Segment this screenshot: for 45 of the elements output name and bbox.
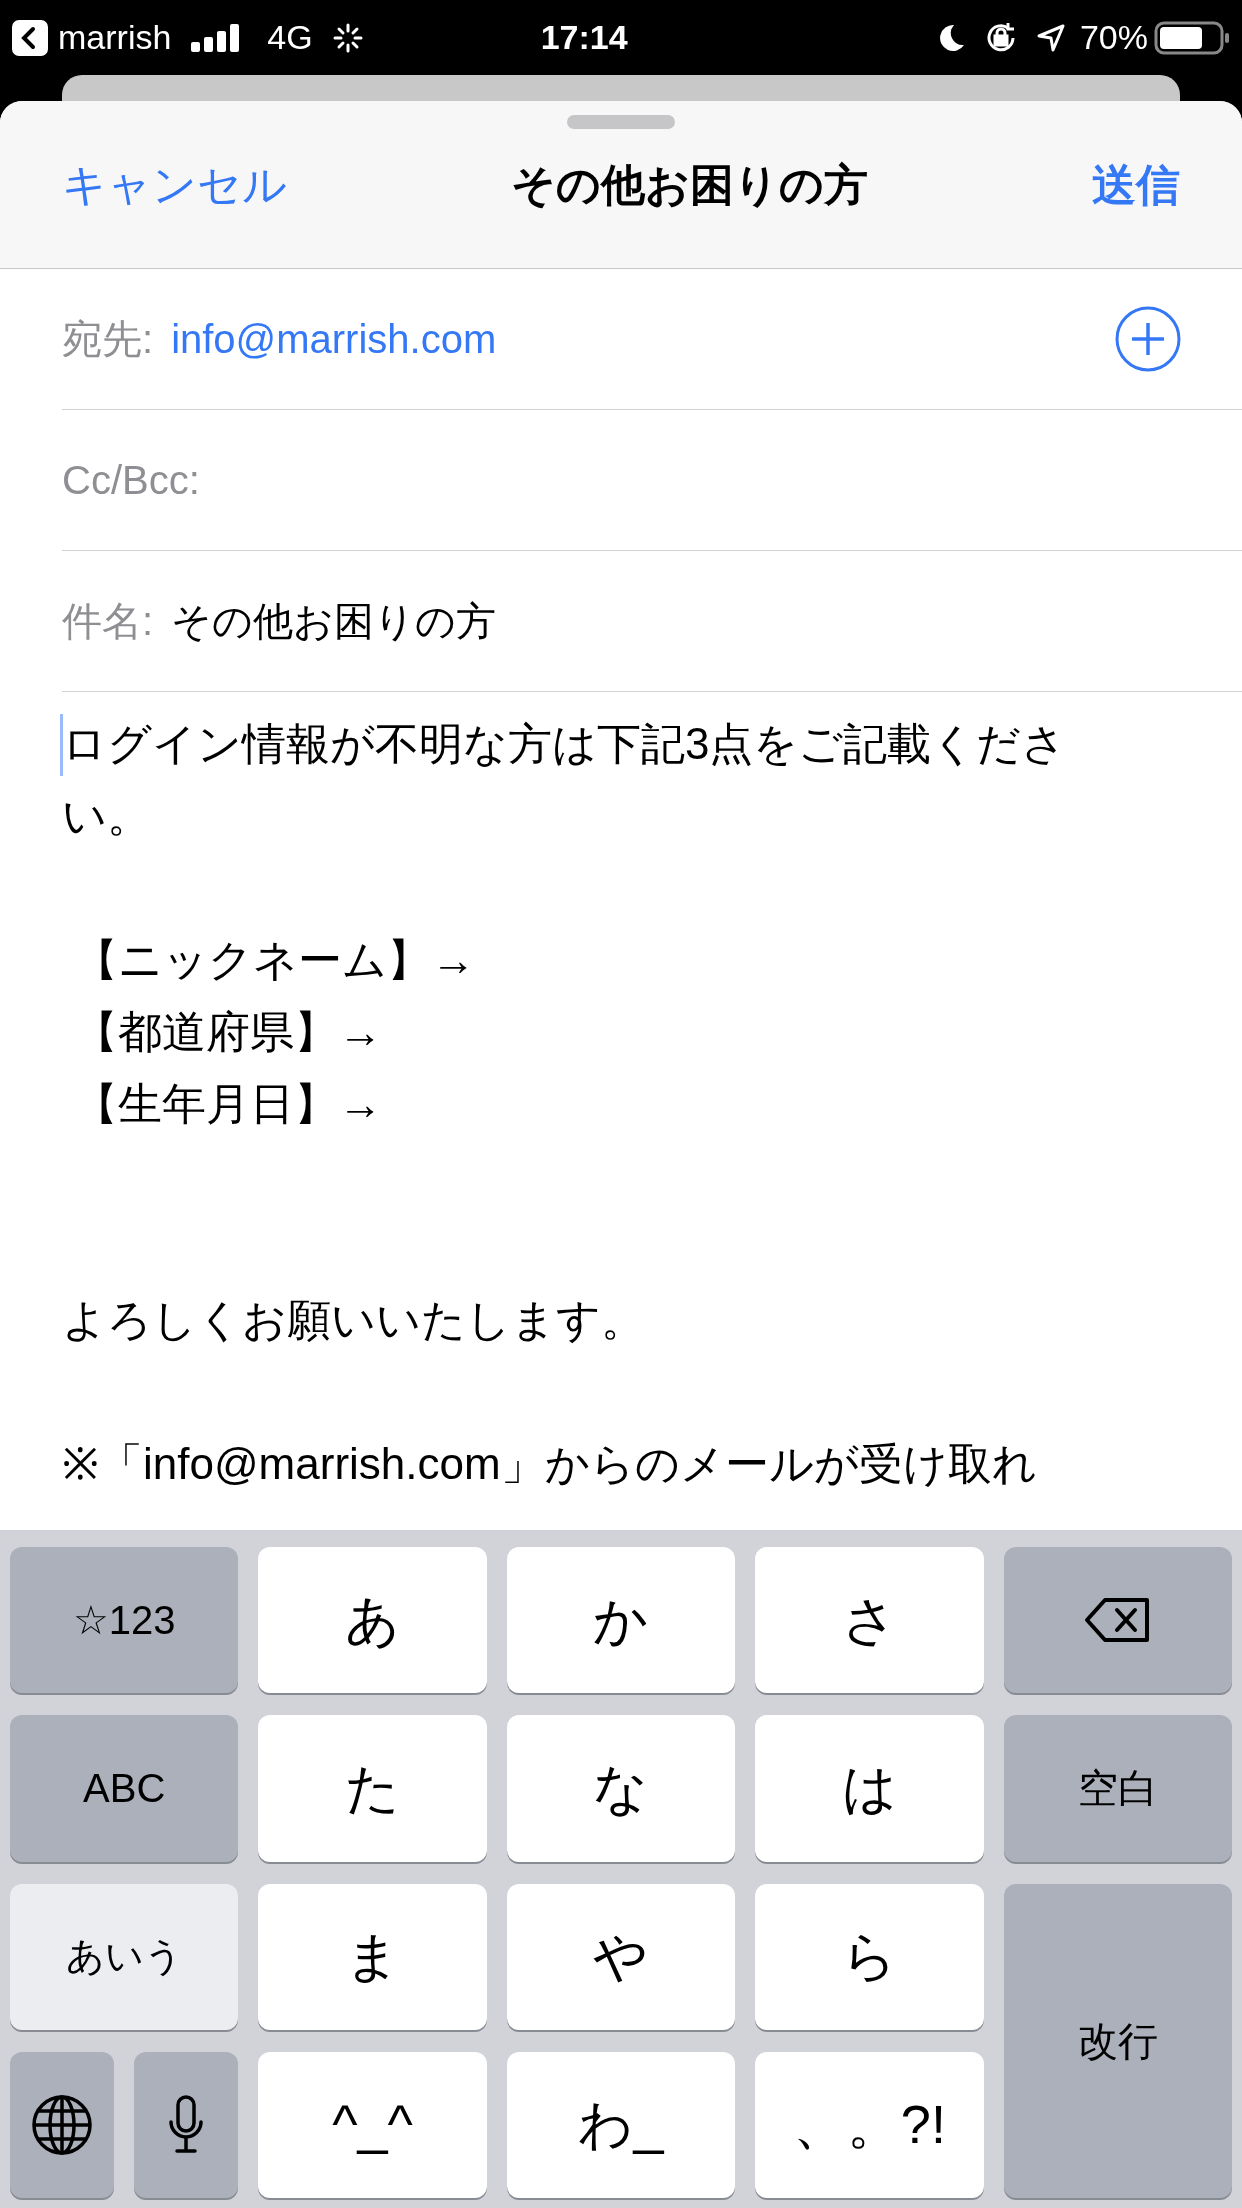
key[interactable]: な (506, 1715, 736, 1862)
spinner-icon (332, 22, 363, 53)
field-label: Cc/Bcc: (62, 457, 200, 504)
globe-key[interactable] (10, 2051, 115, 2198)
key[interactable]: か (506, 1547, 736, 1694)
compose-title: その他お困りの方 (511, 158, 868, 211)
field-label: 件名: (62, 598, 154, 645)
recipient-address[interactable]: info@marrish.com (171, 309, 497, 369)
key[interactable]: さ (755, 1547, 984, 1694)
back-icon[interactable] (12, 19, 48, 56)
clock: 17:14 (540, 17, 628, 58)
key[interactable]: あいう (10, 1883, 239, 2030)
key[interactable]: ☆123 (10, 1547, 239, 1694)
add-contact-icon[interactable] (1114, 305, 1182, 373)
key[interactable]: 、。?! (755, 2051, 984, 2198)
text-cursor (60, 714, 63, 776)
subject-value[interactable]: その他お困りの方 (171, 591, 497, 651)
location-icon (1035, 22, 1066, 53)
delete-key[interactable] (1003, 1547, 1232, 1694)
key[interactable]: ABC (10, 1715, 239, 1862)
message-line: 【都道府県】→ (73, 1006, 384, 1058)
key[interactable]: ま (258, 1883, 487, 2030)
key[interactable]: ら (755, 1883, 984, 2030)
field-label: 宛先: (62, 316, 154, 363)
key[interactable]: や (506, 1883, 736, 2030)
message-line: 【ニックネーム】→ (73, 934, 477, 986)
globe-icon (31, 2093, 94, 2156)
key[interactable]: 空白 (1003, 1715, 1232, 1862)
message-line: よろしくお願いいたします。 (62, 1294, 646, 1346)
cancel-button[interactable]: キャンセル (62, 151, 287, 218)
message-line: ※「info@marrish.com」からのメールが受け取れ (62, 1438, 1038, 1490)
message-line: 【生年月日】→ (73, 1078, 384, 1130)
key[interactable]: は (755, 1715, 984, 1862)
network-label: 4G (267, 17, 313, 58)
microphone-key[interactable] (134, 2051, 239, 2198)
send-button[interactable]: 送信 (1092, 151, 1180, 218)
return-key[interactable]: 改行 (1003, 1883, 1232, 2198)
message-line: ログイン情報が不明な方は下記3点をご記載ください。 (62, 718, 1068, 842)
battery-icon (1154, 20, 1230, 55)
key[interactable]: た (258, 1715, 487, 1862)
key[interactable]: ^_^ (258, 2051, 487, 2198)
key[interactable]: わ_ (506, 2051, 736, 2198)
battery-percent: 70% (1079, 17, 1148, 58)
back-app-label[interactable]: marrish (58, 12, 172, 63)
key[interactable]: あ (258, 1547, 487, 1694)
